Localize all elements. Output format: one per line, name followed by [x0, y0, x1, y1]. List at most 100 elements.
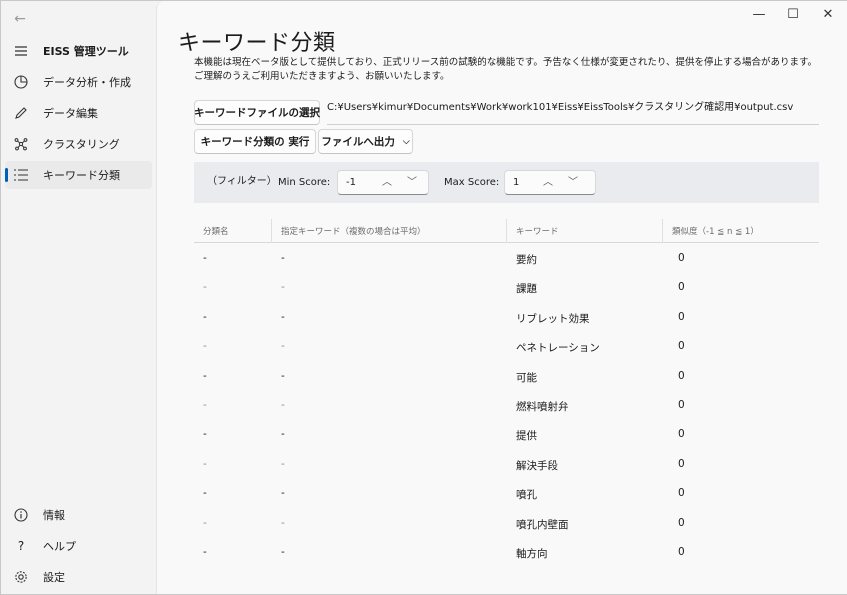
- cell-category: -: [203, 369, 207, 382]
- cell-similarity: 0: [678, 398, 685, 411]
- cell-category: -: [203, 281, 207, 294]
- page-description: 本機能は現在ベータ版として提供しており、正式リリース前の試験的な機能です。予告な…: [194, 56, 834, 84]
- sidebar-item-settings[interactable]: 設定: [5, 563, 152, 591]
- cell-keyword: 要約: [516, 254, 537, 266]
- sidebar-item-label: クラスタリング: [43, 138, 120, 151]
- cell-keyword-spec: -: [281, 310, 285, 323]
- cell-keyword: 噴孔内壁面: [516, 518, 569, 531]
- max-score-input[interactable]: 1 ︿ ﹀: [504, 170, 596, 195]
- cell-category: -: [203, 516, 207, 529]
- filter-bar: （フィルター） Min Score: -1 ︿ ﹀ Max Score: 1 ︿…: [194, 162, 819, 203]
- cell-similarity: 0: [678, 252, 685, 264]
- cell-category: -: [203, 310, 207, 323]
- close-button[interactable]: ✕: [810, 3, 846, 25]
- cell-keyword-spec: -: [281, 398, 285, 411]
- table-row[interactable]: - - 噴孔内壁面 0: [194, 508, 819, 537]
- table-row[interactable]: - - 可能 0: [194, 361, 819, 390]
- table-row[interactable]: - - リブレット効果 0: [194, 302, 819, 331]
- sidebar: ← EISS 管理ツール データ分析・作成 データ編集 クラスタリング キーワー…: [1, 1, 156, 594]
- minimize-button[interactable]: —: [741, 3, 777, 25]
- cell-keyword: 噴孔: [516, 489, 537, 502]
- sidebar-item-label: ヘルプ: [43, 540, 76, 553]
- cell-keyword-spec: -: [281, 369, 285, 382]
- table-body: - - 要約 0 - - 課題 0 - - リブレット効果 0 - - ペネトレーション 0 - - 可能 0 - - 燃料…: [194, 243, 819, 566]
- cell-keyword-spec: -: [281, 252, 285, 264]
- cell-category: -: [203, 398, 207, 411]
- min-score-input[interactable]: -1 ︿ ﹀: [337, 170, 429, 195]
- pencil-icon: [13, 105, 29, 121]
- table-row[interactable]: - - 提供 0: [194, 419, 819, 448]
- table-row[interactable]: - - 要約 0: [194, 243, 819, 272]
- cell-keyword-spec: -: [281, 487, 285, 500]
- table-row[interactable]: - - ペネトレーション 0: [194, 331, 819, 360]
- table-row[interactable]: - - 解決手段 0: [194, 449, 819, 478]
- keyword-table: 分類名 指定キーワード（複数の場合は平均） キーワード 類似度（-1 ≦ n ≦…: [194, 219, 819, 566]
- table-row[interactable]: - - 燃料噴射弁 0: [194, 390, 819, 419]
- cell-category: -: [203, 428, 207, 441]
- info-icon: [13, 507, 29, 523]
- maximize-button[interactable]: ☐: [775, 3, 811, 25]
- sidebar-item-info[interactable]: 情報: [5, 501, 152, 529]
- pie-chart-icon: [13, 74, 29, 90]
- select-keyword-file-button[interactable]: キーワードファイルの選択: [194, 100, 320, 125]
- cell-similarity: 0: [678, 428, 685, 441]
- min-score-value: -1: [346, 177, 356, 188]
- decrement-icon[interactable]: ﹀: [403, 174, 421, 192]
- table-header: 分類名 指定キーワード（複数の場合は平均） キーワード 類似度（-1 ≦ n ≦…: [194, 219, 819, 243]
- table-row[interactable]: - - 課題 0: [194, 272, 819, 301]
- cell-similarity: 0: [678, 340, 685, 353]
- table-row[interactable]: - - 軸方向 0: [194, 537, 819, 566]
- run-classification-button[interactable]: キーワード分類の 実行: [194, 129, 316, 154]
- cell-category: -: [203, 340, 207, 353]
- cell-similarity: 0: [678, 281, 685, 294]
- cell-keyword: ペネトレーション: [516, 342, 600, 355]
- cell-keyword: 提供: [516, 430, 537, 443]
- cell-keyword: 解決手段: [516, 459, 558, 472]
- cell-keyword: 燃料噴射弁: [516, 400, 569, 413]
- min-score-label: Min Score:: [278, 177, 331, 188]
- cell-keyword: 課題: [516, 283, 537, 296]
- cell-similarity: 0: [678, 457, 685, 470]
- question-mark-icon: ?: [17, 539, 25, 553]
- hamburger-menu-item[interactable]: EISS 管理ツール: [5, 37, 152, 65]
- increment-icon[interactable]: ︿: [378, 174, 396, 192]
- app-title: EISS 管理ツール: [43, 45, 129, 58]
- cell-category: -: [203, 545, 207, 558]
- cell-keyword-spec: -: [281, 340, 285, 353]
- export-label: ファイルへ出力: [321, 136, 395, 148]
- decrement-icon[interactable]: ﹀: [564, 174, 582, 192]
- back-arrow-icon[interactable]: ←: [9, 9, 31, 29]
- list-icon: [13, 167, 29, 183]
- page-title: キーワード分類: [178, 31, 336, 56]
- column-divider[interactable]: [271, 219, 272, 243]
- gear-icon: [13, 569, 29, 585]
- sidebar-item-label: データ編集: [43, 107, 98, 120]
- sidebar-item-label: 情報: [43, 509, 65, 522]
- cell-similarity: 0: [678, 516, 685, 529]
- column-divider[interactable]: [662, 219, 663, 243]
- table-row[interactable]: - - 噴孔 0: [194, 478, 819, 507]
- cluster-icon: [13, 136, 29, 152]
- app-window: ← EISS 管理ツール データ分析・作成 データ編集 クラスタリング キーワー…: [0, 0, 847, 595]
- sidebar-item-data-edit[interactable]: データ編集: [5, 99, 152, 127]
- export-file-dropdown[interactable]: ファイルへ出力 ⌵: [318, 129, 413, 154]
- cell-keyword-spec: -: [281, 281, 285, 294]
- sidebar-item-label: データ分析・作成: [43, 76, 131, 89]
- sidebar-item-label: 設定: [43, 571, 65, 584]
- cell-keyword: 軸方向: [516, 547, 548, 560]
- cell-keyword: リブレット効果: [516, 312, 590, 325]
- column-divider[interactable]: [506, 219, 507, 243]
- sidebar-item-data-analysis[interactable]: データ分析・作成: [5, 68, 152, 96]
- sidebar-item-help[interactable]: ? ヘルプ: [5, 532, 152, 560]
- cell-keyword-spec: -: [281, 545, 285, 558]
- cell-similarity: 0: [678, 369, 685, 382]
- cell-similarity: 0: [678, 545, 685, 558]
- cell-category: -: [203, 487, 207, 500]
- sidebar-item-keyword-classification[interactable]: キーワード分類: [5, 161, 152, 189]
- increment-icon[interactable]: ︿: [539, 174, 557, 192]
- max-score-value: 1: [513, 177, 520, 188]
- main-content: キーワード分類 本機能は現在ベータ版として提供しており、正式リリース前の試験的な…: [156, 1, 847, 594]
- cell-similarity: 0: [678, 487, 685, 500]
- sidebar-item-clustering[interactable]: クラスタリング: [5, 130, 152, 158]
- cell-category: -: [203, 252, 207, 264]
